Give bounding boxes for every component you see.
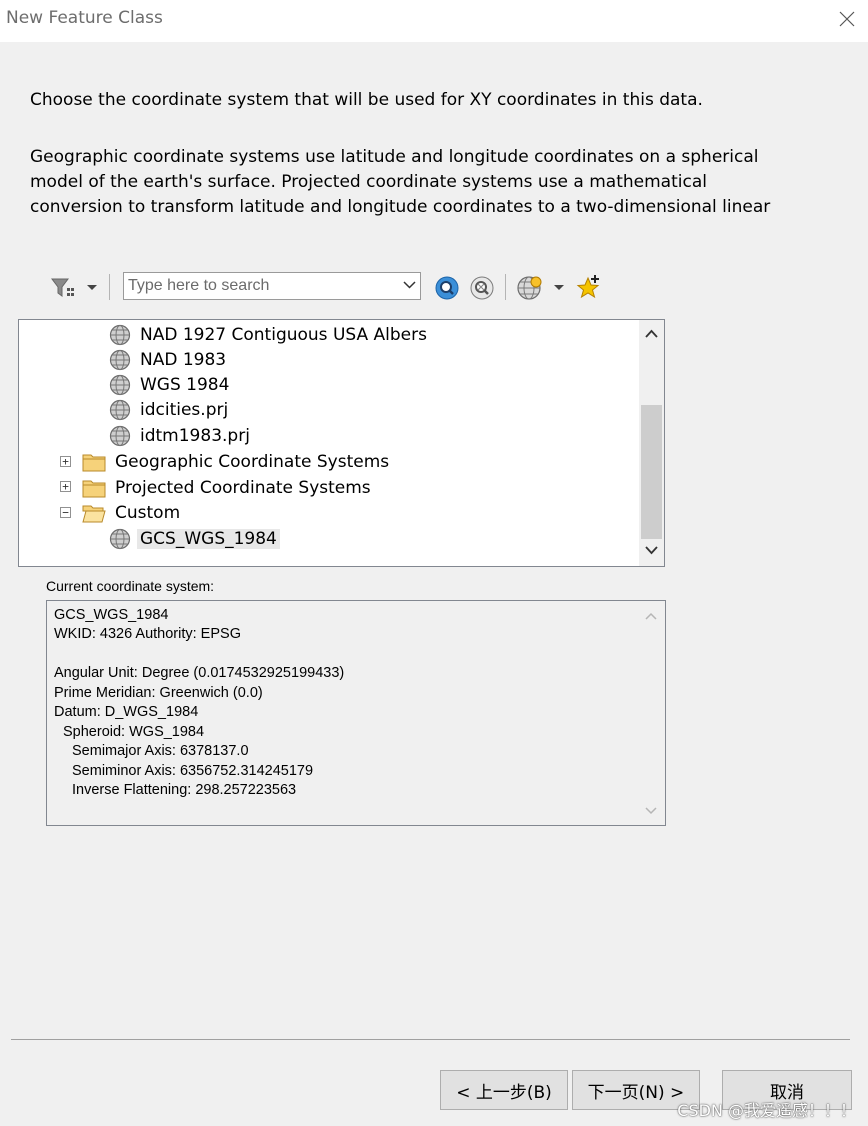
collapse-toggle[interactable]: −	[60, 507, 71, 518]
coordinate-system-tree[interactable]: NAD 1927 Contiguous USA Albers NAD 1983 …	[18, 319, 665, 567]
tree-item[interactable]: NAD 1927 Contiguous USA Albers	[109, 322, 430, 347]
footer-divider	[11, 1039, 850, 1040]
detail-line: Semiminor Axis: 6356752.314245179	[72, 763, 314, 779]
detail-line: Inverse Flattening: 298.257223563	[72, 782, 297, 798]
globe-icon	[109, 374, 131, 395]
tree-scrollbar[interactable]	[639, 320, 664, 566]
current-system-label: Current coordinate system:	[46, 578, 215, 594]
scroll-up-icon[interactable]	[645, 612, 657, 620]
tree-item-label: NAD 1927 Contiguous USA Albers	[140, 324, 427, 345]
globe-icon[interactable]	[516, 274, 544, 302]
tree-item-geographic[interactable]: Geographic Coordinate Systems	[82, 449, 392, 474]
globe-icon	[109, 399, 131, 420]
tree-item-label: Geographic Coordinate Systems	[115, 451, 390, 472]
scroll-thumb[interactable]	[641, 405, 662, 539]
toolbar-separator	[505, 274, 506, 300]
detail-line: Angular Unit: Degree (0.0174532925199433…	[54, 665, 345, 681]
globe-icon	[109, 324, 131, 345]
window-title: New Feature Class	[6, 8, 163, 28]
tree-item[interactable]: idcities.prj	[109, 397, 231, 422]
folder-icon	[82, 480, 106, 497]
toolbar-separator	[109, 274, 110, 300]
back-button[interactable]: < 上一步(B)	[440, 1070, 568, 1110]
search-input[interactable]	[126, 275, 395, 297]
globe-dropdown-icon[interactable]	[553, 284, 565, 292]
globe-icon	[109, 425, 131, 446]
detail-line: Prime Meridian: Greenwich (0.0)	[54, 685, 263, 701]
description-line: conversion to transform latitude and lon…	[30, 197, 771, 217]
tree-item[interactable]: NAD 1983	[109, 347, 229, 372]
intro-text: Choose the coordinate system that will b…	[30, 90, 703, 110]
description-line: model of the earth's surface. Projected …	[30, 172, 707, 192]
add-favorite-icon[interactable]	[576, 274, 602, 302]
title-bar: New Feature Class	[0, 0, 868, 42]
chevron-down-icon[interactable]	[403, 280, 416, 290]
tree-item-projected[interactable]: Projected Coordinate Systems	[82, 475, 374, 500]
detail-line: GCS_WGS_1984	[54, 607, 169, 623]
tree-item-label: NAD 1983	[140, 349, 227, 370]
filter-dropdown-icon[interactable]	[86, 284, 98, 292]
scroll-up-icon[interactable]	[645, 329, 658, 338]
detail-line: Semimajor Axis: 6378137.0	[72, 743, 249, 759]
search-icon[interactable]	[434, 275, 460, 301]
expand-toggle[interactable]: +	[60, 481, 71, 492]
globe-icon	[109, 349, 131, 370]
tree-item-label: WGS 1984	[140, 374, 230, 395]
clear-search-icon[interactable]	[469, 275, 495, 301]
expand-toggle[interactable]: +	[60, 456, 71, 467]
tree-item-label: Custom	[115, 502, 181, 523]
tree-item[interactable]: idtm1983.prj	[109, 423, 253, 448]
filter-icon[interactable]	[50, 276, 78, 300]
detail-line: Datum: D_WGS_1984	[54, 704, 199, 720]
description-line: Geographic coordinate systems use latitu…	[30, 147, 759, 167]
folder-open-icon	[82, 505, 106, 522]
current-system-details: GCS_WGS_1984 WKID: 4326 Authority: EPSG …	[46, 600, 666, 826]
tree-item-label: GCS_WGS_1984	[137, 528, 280, 549]
search-combobox[interactable]	[123, 272, 421, 300]
folder-icon	[82, 454, 106, 471]
tree-item-custom[interactable]: Custom	[82, 500, 183, 525]
detail-line: WKID: 4326 Authority: EPSG	[54, 626, 241, 642]
tree-item-label: idtm1983.prj	[140, 425, 250, 446]
globe-icon	[109, 528, 131, 549]
tree-item-label: idcities.prj	[140, 399, 229, 420]
watermark: CSDN @我爱遥感！！！	[677, 1101, 856, 1120]
tree-item-selected[interactable]: GCS_WGS_1984	[109, 526, 280, 551]
scroll-down-icon[interactable]	[645, 807, 657, 815]
tree-item-label: Projected Coordinate Systems	[115, 477, 371, 498]
description-text: Geographic coordinate systems use latitu…	[30, 145, 830, 220]
tree-item[interactable]: WGS 1984	[109, 372, 232, 397]
close-icon[interactable]	[838, 10, 856, 28]
detail-line: Spheroid: WGS_1984	[63, 724, 205, 740]
scroll-down-icon[interactable]	[645, 546, 658, 555]
